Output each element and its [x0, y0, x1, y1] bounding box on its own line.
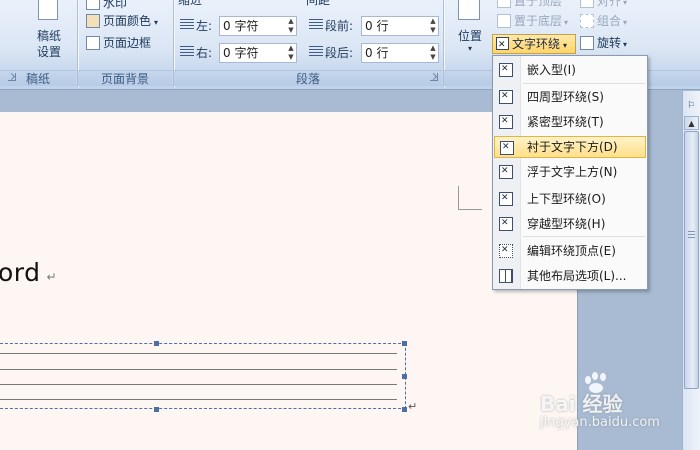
indent-header: 缩进	[178, 0, 203, 7]
chevron-down-icon: ▾	[467, 44, 472, 53]
watermark-url: jingyan.baidu.com	[540, 415, 660, 430]
menu-item-inline[interactable]: 嵌入型(I)	[494, 59, 646, 81]
paw-logo-icon	[585, 372, 606, 393]
chevron-down-icon: ▾	[154, 18, 159, 27]
textbox-line	[0, 399, 397, 400]
text-wrap-menu: 嵌入型(I) 四周型环绕(S) 紧密型环绕(T) 衬于文字下方(D) 浮于文字上…	[492, 55, 648, 290]
group-label-paragraph: 段落	[174, 70, 442, 86]
scroll-up-button[interactable]: ▲	[684, 116, 699, 130]
align-button[interactable]: 对齐 ▾	[580, 0, 627, 10]
chevron-down-icon: ▾	[563, 41, 568, 50]
ruler-toggle-icon[interactable]: ⚐	[685, 100, 697, 112]
menu-separator	[523, 236, 645, 237]
align-icon	[580, 0, 594, 8]
resize-handle[interactable]	[154, 341, 159, 346]
wrap-top-bottom-icon	[499, 190, 513, 206]
document-text[interactable]: ord ↵	[0, 258, 57, 287]
spacing-after-icon	[309, 46, 323, 58]
watermark-icon	[86, 0, 100, 10]
spacing-after-label: 段后:	[309, 43, 353, 63]
manuscript-label-line2: 设置	[36, 45, 61, 59]
indent-left-icon	[180, 19, 194, 31]
group-label-page-background: 页面背景	[78, 70, 172, 86]
spinner-arrows-icon[interactable]: ▲ ▼	[428, 44, 438, 62]
menu-item-more-layout-options[interactable]: 其他布局选项(L)...	[494, 265, 646, 287]
thumb-grip	[688, 234, 695, 235]
scroll-thumb[interactable]	[684, 131, 699, 389]
textbox-line	[0, 353, 397, 354]
rotate-icon	[580, 36, 594, 50]
spacing-after-field[interactable]: 0 行 ▲ ▼	[361, 43, 439, 63]
menu-item-square[interactable]: 四周型环绕(S)	[494, 86, 646, 108]
menu-item-top-bottom[interactable]: 上下型环绕(O)	[494, 188, 646, 210]
spinner-arrows-icon[interactable]: ▲ ▼	[286, 44, 296, 62]
manuscript-settings-button[interactable]: 稿纸 设置	[30, 28, 68, 60]
text-wrap-button[interactable]: 文字环绕▾	[492, 34, 576, 54]
paragraph-mark-icon: ↵	[46, 270, 58, 284]
watermark-button[interactable]: 水印	[86, 0, 127, 12]
resize-handle[interactable]	[154, 407, 159, 412]
paint-bucket-icon	[86, 14, 100, 28]
resize-handle[interactable]	[402, 374, 407, 379]
textbox-line	[0, 369, 397, 370]
position-button[interactable]: 位置 ▾	[452, 28, 488, 54]
spacing-before-icon	[309, 19, 323, 31]
page-border-icon	[86, 36, 100, 50]
bring-front-icon	[497, 0, 511, 8]
indent-right-label: 右:	[180, 43, 212, 63]
wrap-tight-icon	[499, 113, 513, 129]
wrap-through-icon	[499, 215, 513, 231]
menu-item-behind-text[interactable]: 衬于文字下方(D)	[494, 136, 646, 158]
menu-item-edit-wrap-points[interactable]: 编辑环绕顶点(E)	[494, 240, 646, 262]
wrap-square-icon	[499, 88, 513, 104]
margin-corner-mark	[458, 186, 482, 210]
dialog-launcher-icon[interactable]	[430, 73, 438, 81]
wrap-front-icon	[499, 163, 513, 179]
indent-right-field[interactable]: 0 字符 ▲ ▼	[219, 43, 297, 63]
resize-handle[interactable]	[402, 407, 407, 412]
dialog-launcher-icon[interactable]	[8, 73, 16, 81]
spacing-before-label: 段前:	[309, 16, 353, 36]
bring-to-front-button[interactable]: 置于顶层	[497, 0, 562, 10]
spacing-header: 间距	[306, 0, 331, 7]
layout-options-icon	[499, 269, 513, 283]
edit-points-icon	[499, 242, 513, 258]
paragraph-mark-icon: ↵	[408, 400, 418, 413]
rotate-button[interactable]: 旋转 ▾	[580, 34, 627, 52]
menu-item-in-front-of-text[interactable]: 浮于文字上方(N)	[494, 161, 646, 183]
manuscript-icon	[38, 0, 58, 20]
wrap-behind-icon	[500, 139, 514, 155]
group-icon	[580, 14, 594, 28]
resize-handle[interactable]	[402, 341, 407, 346]
menu-item-through[interactable]: 穿越型环绕(H)	[494, 213, 646, 235]
selected-text-box[interactable]	[0, 343, 406, 409]
thumb-grip	[688, 237, 695, 238]
chevron-down-icon: ▾	[623, 40, 628, 49]
indent-right-icon	[180, 46, 194, 58]
baidu-watermark: Bai 经验 jingyan.baidu.com	[540, 372, 660, 430]
page-border-button[interactable]: 页面边框	[86, 34, 151, 52]
wrap-inline-icon	[499, 61, 513, 77]
position-icon	[458, 0, 480, 20]
send-back-icon	[497, 14, 511, 28]
manuscript-label-line1: 稿纸	[36, 29, 61, 43]
indent-left-label: 左:	[180, 16, 212, 36]
text-wrap-icon	[496, 36, 509, 54]
menu-separator	[523, 83, 645, 84]
spinner-arrows-icon[interactable]: ▲ ▼	[428, 17, 438, 35]
spacing-before-field[interactable]: 0 行 ▲ ▼	[361, 16, 439, 36]
page-color-button[interactable]: 页面颜色 ▾	[86, 12, 158, 30]
send-to-back-button[interactable]: 置于底层 ▾	[497, 12, 568, 30]
textbox-line	[0, 384, 397, 385]
thumb-grip	[688, 231, 695, 232]
spinner-arrows-icon[interactable]: ▲ ▼	[286, 17, 296, 35]
menu-item-tight[interactable]: 紧密型环绕(T)	[494, 111, 646, 133]
group-objects-button[interactable]: 组合 ▾	[580, 12, 627, 30]
indent-left-field[interactable]: 0 字符 ▲ ▼	[219, 16, 297, 36]
